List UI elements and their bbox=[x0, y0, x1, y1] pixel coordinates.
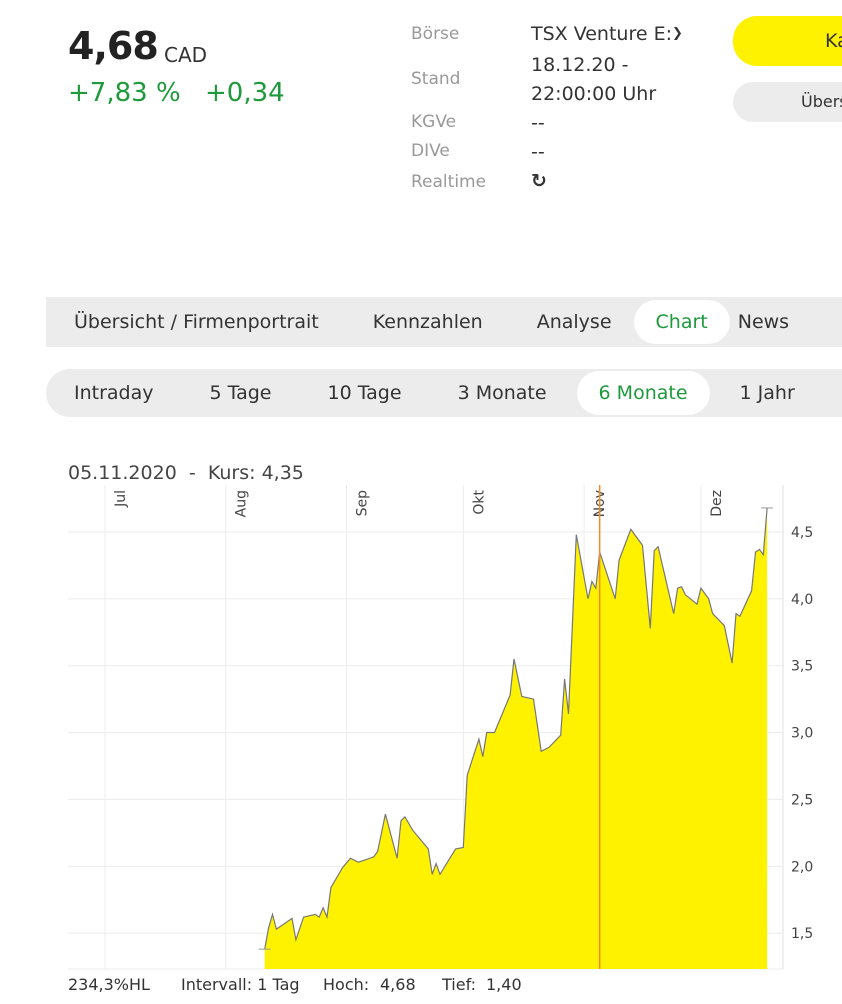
tab-overview[interactable]: Übersicht / Firmenportrait bbox=[52, 300, 341, 344]
chevron-down-icon: ❯ bbox=[672, 26, 683, 41]
y-tick-label: 2,5 bbox=[791, 792, 813, 808]
range-10-tage[interactable]: 10 Tage bbox=[305, 371, 423, 415]
range-1-jahr[interactable]: 1 Jahr bbox=[718, 371, 817, 415]
exchange-value: TSX Venture E: bbox=[531, 23, 672, 45]
range-5-tage[interactable]: 5 Tage bbox=[188, 371, 294, 415]
buy-button[interactable]: Kaufen bbox=[733, 16, 842, 66]
range-selector: Intraday 5 Tage 10 Tage 3 Monate 6 Monat… bbox=[46, 369, 842, 417]
chart-footer: 234,3%HL Intervall: 1 Tag Hoch: 4,68 Tie… bbox=[68, 975, 522, 994]
label-exchange: Börse bbox=[411, 24, 460, 44]
interval-value: Intervall: 1 Tag bbox=[181, 975, 300, 994]
y-tick-label: 4,0 bbox=[791, 592, 813, 608]
price: 4,68 bbox=[68, 24, 159, 68]
hl-value: 234,3%HL bbox=[68, 975, 150, 994]
tab-kennzahlen[interactable]: Kennzahlen bbox=[351, 300, 505, 344]
change-percent: +7,83 % bbox=[68, 78, 181, 108]
y-tick-label: 1,5 bbox=[791, 926, 813, 942]
tief-label: Tief: bbox=[442, 975, 477, 994]
x-tick-label: Sep bbox=[354, 490, 370, 517]
x-tick-label: Aug bbox=[234, 490, 250, 517]
x-tick-label: Dez bbox=[709, 490, 725, 517]
currency: CAD bbox=[164, 43, 208, 67]
main-nav: Übersicht / Firmenportrait Kennzahlen An… bbox=[46, 297, 842, 347]
kgve-value: -- bbox=[531, 112, 545, 134]
y-tick-label: 2,0 bbox=[791, 859, 813, 875]
tab-news[interactable]: News bbox=[730, 300, 811, 344]
overview-button[interactable]: Übersicht bbox=[733, 82, 842, 122]
exchange-select[interactable]: TSX Venture E:❯ bbox=[531, 23, 683, 45]
range-6-monate[interactable]: 6 Monate bbox=[576, 371, 710, 415]
tab-chart[interactable]: Chart bbox=[633, 300, 730, 344]
stand-date: 18.12.20 - bbox=[531, 54, 629, 76]
range-3-monate[interactable]: 3 Monate bbox=[436, 371, 569, 415]
realtime-refresh-icon[interactable]: ↻ bbox=[531, 170, 547, 192]
y-tick-label: 4,5 bbox=[791, 525, 813, 541]
label-stand: Stand bbox=[411, 69, 461, 89]
label-dive: DIVe bbox=[411, 141, 450, 161]
hoch-value: 4,68 bbox=[380, 975, 416, 994]
hoch-label: Hoch: bbox=[323, 975, 370, 994]
label-kgve: KGVe bbox=[411, 112, 457, 132]
change-absolute: +0,34 bbox=[205, 78, 285, 108]
tief-value: 1,40 bbox=[486, 975, 522, 994]
label-realtime: Realtime bbox=[411, 172, 487, 192]
range-intraday[interactable]: Intraday bbox=[52, 371, 176, 415]
price-area bbox=[264, 507, 768, 969]
dive-value: -- bbox=[531, 141, 545, 163]
stand-time: 22:00:00 Uhr bbox=[531, 83, 657, 105]
price-chart[interactable]: 1,52,02,53,03,54,04,5JulAugSepOktNovDez bbox=[0, 480, 842, 1000]
x-tick-label: Jul bbox=[113, 490, 129, 508]
y-tick-label: 3,0 bbox=[791, 726, 813, 742]
x-tick-label: Okt bbox=[471, 489, 487, 514]
y-tick-label: 3,5 bbox=[791, 659, 813, 675]
tab-analyse[interactable]: Analyse bbox=[515, 300, 634, 344]
